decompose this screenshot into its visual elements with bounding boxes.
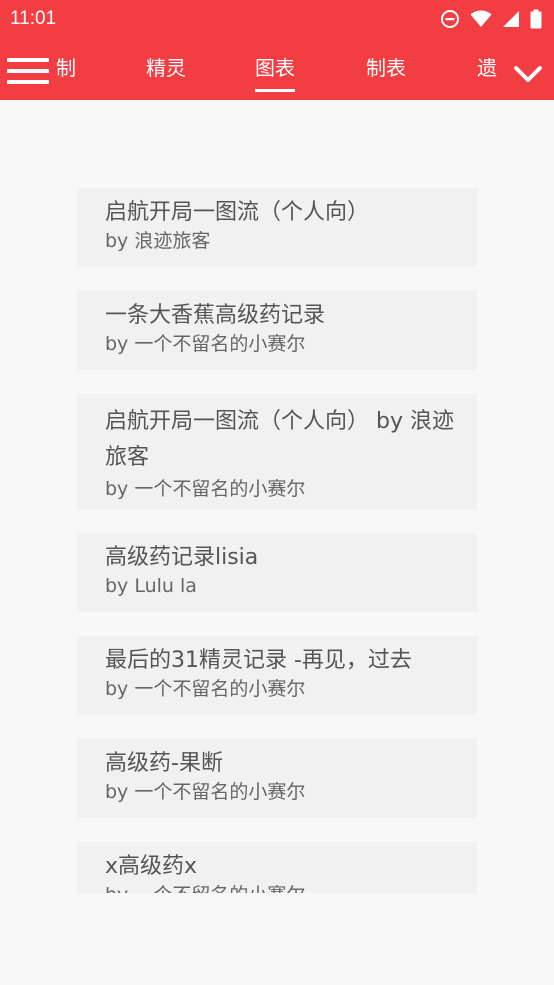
status-bar: 11:01: [0, 0, 554, 38]
battery-icon: [530, 9, 542, 29]
tab-label: 制: [56, 56, 76, 80]
app-tab-bar: 制 精灵 图表 制表 遗: [0, 38, 554, 100]
item-title: 高级药-果断: [105, 751, 223, 776]
list-item[interactable]: 启航开局一图流（个人向） by 浪迹旅客 by 一个不留名的小赛尔: [77, 394, 477, 509]
item-author: by 一个不留名的小赛尔: [105, 678, 306, 700]
status-icons: [440, 8, 542, 30]
item-title: 启航开局一图流（个人向）: [105, 200, 370, 225]
tab-label: 遗: [477, 56, 497, 80]
wifi-icon: [470, 10, 492, 28]
hamburger-menu-icon: [6, 58, 50, 92]
tab-zhi[interactable]: 制: [56, 54, 76, 92]
list-item[interactable]: 最后的31精灵记录 -再见，过去 by 一个不留名的小赛尔: [77, 636, 477, 715]
chart-list: 启航开局一图流（个人向） by 浪迹旅客 一条大香蕉高级药记录 by 一个不留名…: [77, 100, 477, 893]
signal-icon: [502, 10, 520, 28]
tab-tubiao[interactable]: 图表: [255, 54, 295, 92]
item-author: by 一个不留名的小赛尔: [105, 478, 306, 500]
item-author: by 一个不留名的小赛尔: [105, 333, 306, 355]
tab-label: 图表: [255, 56, 295, 80]
item-author: by 一个不留名的小赛尔: [105, 781, 306, 803]
list-item[interactable]: 启航开局一图流（个人向） by 浪迹旅客: [77, 188, 477, 267]
tab-yi[interactable]: 遗: [477, 54, 497, 92]
item-title: 一条大香蕉高级药记录: [105, 303, 326, 328]
list-item[interactable]: x高级药x by 一个不留名的小赛尔: [77, 842, 477, 893]
do-not-disturb-icon: [440, 9, 460, 29]
list-item[interactable]: 高级药-果断 by 一个不留名的小赛尔: [77, 739, 477, 818]
item-author: by 浪迹旅客: [105, 230, 211, 252]
tab-label: 制表: [366, 56, 406, 80]
list-item[interactable]: 一条大香蕉高级药记录 by 一个不留名的小赛尔: [77, 291, 477, 370]
list-item[interactable]: 高级药记录lisia by Lulu la: [77, 533, 477, 612]
chevron-down-icon: [512, 66, 544, 90]
item-title: 高级药记录lisia: [105, 545, 259, 570]
item-author: by Lulu la: [105, 575, 197, 597]
expand-tabs-button[interactable]: [512, 62, 544, 86]
tab-label: 精灵: [146, 56, 186, 80]
status-time: 11:01: [10, 8, 57, 29]
item-title: x高级药x: [105, 854, 198, 879]
tab-zhibiao[interactable]: 制表: [366, 54, 406, 92]
item-title: 启航开局一图流（个人向） by 浪迹旅客: [105, 409, 454, 470]
item-author: by 一个不留名的小赛尔: [105, 882, 461, 893]
item-title: 最后的31精灵记录 -再见，过去: [105, 648, 412, 673]
tab-jingling[interactable]: 精灵: [146, 54, 186, 92]
menu-button[interactable]: [6, 54, 50, 88]
